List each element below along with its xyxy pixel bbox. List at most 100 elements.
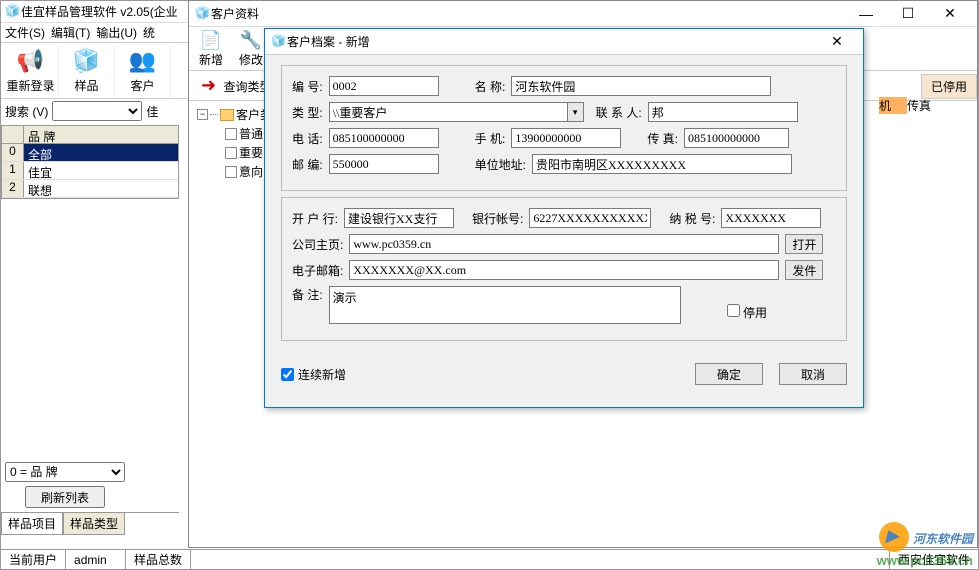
code-field[interactable] (329, 76, 439, 96)
cust-icon: 🧊 (195, 6, 211, 22)
grid-headers-row2: 机 传真 (879, 97, 977, 114)
remark-label: 备 注: (292, 286, 323, 303)
collapse-icon[interactable]: − (197, 109, 208, 120)
email-label: 电子邮箱: (292, 262, 343, 279)
filter-select[interactable]: 0 = 品 牌 (5, 462, 125, 482)
mobile-label: 手 机: (475, 130, 506, 147)
menu-file[interactable]: 文件(S) (5, 24, 45, 41)
grid-header-fax[interactable]: 传真 (907, 97, 977, 114)
brand-header: 品 牌 (24, 126, 178, 143)
brand-row-all[interactable]: 0全部 (2, 144, 178, 162)
speaker-icon: 📢 (17, 47, 45, 75)
doc-icon (225, 147, 237, 159)
phone-field[interactable] (329, 128, 439, 148)
dialog-icon: 🧊 (271, 34, 287, 50)
customer-title: 客户资料 (211, 5, 259, 22)
form-group-basic: 编 号: 名 称: 类 型: ▾ 联 系 人: 电 话: 手 机: (281, 65, 847, 191)
status-total-label: 样品总数 (126, 550, 191, 569)
new-doc-icon: 📄 (200, 30, 222, 51)
doc-icon (225, 166, 237, 178)
search-extra: 佳 (146, 103, 158, 120)
open-button[interactable]: 打开 (785, 234, 823, 254)
ok-button[interactable]: 确定 (695, 363, 763, 385)
continuous-check[interactable]: 连续新增 (281, 366, 346, 383)
zip-field[interactable] (329, 154, 439, 174)
left-panel: 品 牌 0全部 1佳宜 2联想 0 = 品 牌 刷新列表 样品项目 样品类型 (1, 125, 179, 535)
search-label: 搜索 (V) (5, 103, 48, 120)
name-label: 名 称: (475, 78, 506, 95)
type-field[interactable] (329, 102, 568, 122)
form-group-detail: 开 户 行: 银行帐号: 纳 税 号: 公司主页: 打开 电子邮箱: 发件 备 … (281, 197, 847, 341)
brand-table: 品 牌 0全部 1佳宜 2联想 (1, 125, 179, 199)
grid-header-mobile[interactable]: 机 (879, 97, 907, 114)
type-label: 类 型: (292, 104, 323, 121)
menu-edit[interactable]: 编辑(T) (51, 24, 90, 41)
customer-titlebar: 🧊 客户资料 — ☐ ✕ (189, 1, 977, 27)
addr-field[interactable] (532, 154, 792, 174)
status-user: admin (66, 550, 126, 569)
bank-field[interactable] (344, 208, 454, 228)
tab-sample-item[interactable]: 样品项目 (1, 513, 63, 535)
dialog-title: 客户档案 - 新增 (287, 33, 370, 50)
continuous-checkbox[interactable] (281, 368, 294, 381)
watermark-url: www.pc0359.cn (877, 553, 973, 568)
account-label: 银行帐号: (472, 210, 523, 227)
disabled-check[interactable]: 停用 (727, 304, 767, 321)
close-button[interactable]: ✕ (929, 2, 971, 26)
homepage-field[interactable] (349, 234, 779, 254)
add-button[interactable]: 📄新增 (191, 30, 231, 68)
customer-dialog: 🧊 客户档案 - 新增 ✕ 编 号: 名 称: 类 型: ▾ 联 系 人: (264, 28, 864, 408)
left-tabs: 样品项目 样品类型 (1, 512, 179, 535)
statusbar: 当前用户 admin 样品总数 西安佳宜软件 (1, 549, 978, 569)
addr-label: 单位地址: (475, 156, 526, 173)
email-field[interactable] (349, 260, 779, 280)
brand-row-jiayi[interactable]: 1佳宜 (2, 162, 178, 180)
contact-field[interactable] (648, 102, 798, 122)
sample-button[interactable]: 🧊样品 (59, 45, 115, 97)
menu-stats[interactable]: 统 (143, 24, 155, 41)
search-select[interactable] (52, 101, 142, 121)
dialog-titlebar: 🧊 客户档案 - 新增 ✕ (265, 29, 863, 55)
main-title: 佳宜样品管理软件 v2.05(企业 (21, 3, 178, 20)
refresh-button[interactable]: 刷新列表 (25, 486, 105, 508)
grid-headers: 已停用 (921, 74, 977, 99)
people-icon: 👥 (129, 47, 157, 75)
left-bottom: 0 = 品 牌 刷新列表 (1, 458, 179, 512)
status-user-label: 当前用户 (1, 550, 66, 569)
phone-label: 电 话: (292, 130, 323, 147)
code-label: 编 号: (292, 78, 323, 95)
menu-output[interactable]: 输出(U) (96, 24, 137, 41)
dialog-close-button[interactable]: ✕ (817, 33, 857, 50)
fax-field[interactable] (684, 128, 789, 148)
homepage-label: 公司主页: (292, 236, 343, 253)
disabled-checkbox[interactable] (727, 304, 740, 317)
tab-sample-type[interactable]: 样品类型 (63, 513, 125, 535)
grid-header-disabled[interactable]: 已停用 (921, 74, 977, 99)
brand-row-lenovo[interactable]: 2联想 (2, 180, 178, 198)
dialog-footer: 连续新增 确定 取消 (265, 357, 863, 391)
chevron-down-icon[interactable]: ▾ (568, 102, 584, 122)
remark-field[interactable]: 演示 (329, 286, 681, 324)
minimize-button[interactable]: — (845, 2, 887, 26)
name-field[interactable] (511, 76, 771, 96)
customer-button[interactable]: 👥客户 (115, 45, 171, 97)
type-combo[interactable]: ▾ (329, 102, 584, 122)
doc-icon (225, 128, 237, 140)
relogin-button[interactable]: 📢重新登录 (3, 45, 59, 97)
watermark: 河东软件园 (879, 522, 973, 552)
maximize-button[interactable]: ☐ (887, 2, 929, 26)
folder-icon (220, 109, 234, 121)
mobile-field[interactable] (511, 128, 621, 148)
wrench-icon: 🔧 (240, 30, 262, 51)
dialog-body: 编 号: 名 称: 类 型: ▾ 联 系 人: 电 话: 手 机: (265, 55, 863, 357)
account-field[interactable] (529, 208, 651, 228)
app-icon: 🧊 (5, 4, 21, 20)
send-button[interactable]: 发件 (785, 260, 823, 280)
taxno-label: 纳 税 号: (669, 210, 715, 227)
zip-label: 邮 编: (292, 156, 323, 173)
contact-label: 联 系 人: (596, 104, 642, 121)
cube-icon: 🧊 (73, 47, 101, 75)
taxno-field[interactable] (721, 208, 821, 228)
cancel-button[interactable]: 取消 (779, 363, 847, 385)
fax-label: 传 真: (647, 130, 678, 147)
